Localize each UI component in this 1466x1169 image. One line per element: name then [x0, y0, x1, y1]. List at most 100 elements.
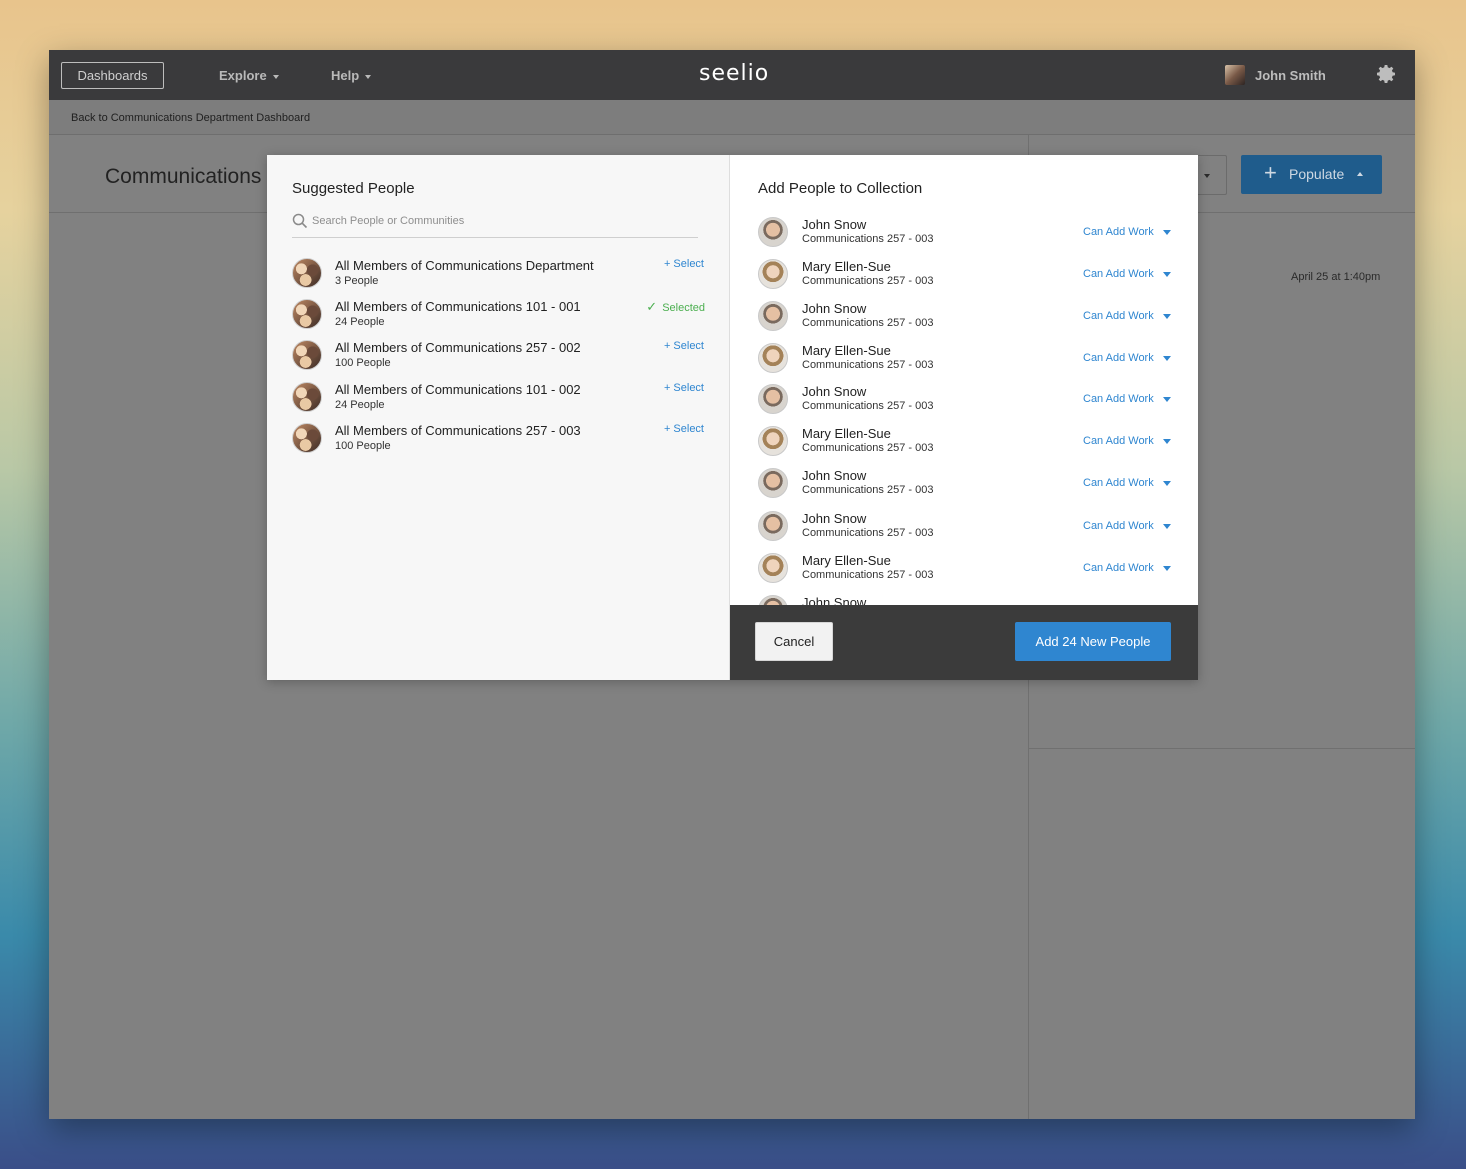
chevron-down-icon	[1162, 480, 1171, 486]
list-item: All Members of Communications Department…	[292, 256, 704, 290]
list-item: John Snow Communications 257 - 003 Can A…	[758, 464, 1178, 506]
permission-dropdown[interactable]: Can Add Work	[1083, 310, 1171, 322]
search-input[interactable]	[312, 212, 692, 230]
avatar[interactable]	[1225, 65, 1245, 85]
back-to-dashboard-link[interactable]: Back to Communications Department Dashbo…	[71, 112, 310, 124]
select-button[interactable]: + Select	[664, 258, 704, 270]
group-avatar	[292, 382, 322, 412]
chevron-down-icon	[1162, 271, 1171, 277]
permission-dropdown[interactable]: Can Add Work	[1083, 520, 1171, 532]
person-name: Mary Ellen-Sue	[802, 426, 891, 441]
list-item: John Snow Communications 257 - 003 Can A…	[758, 297, 1178, 339]
group-name: All Members of Communications 101 - 002	[335, 382, 581, 397]
chevron-down-icon	[272, 74, 279, 79]
list-item: John Snow Communications 257 - 003 Can A…	[758, 213, 1178, 255]
group-name: All Members of Communications 257 - 002	[335, 340, 581, 355]
list-item: All Members of Communications 257 - 002 …	[292, 338, 704, 372]
checkmark-icon: ✓	[646, 299, 658, 314]
group-count: 24 People	[335, 399, 385, 411]
gear-icon[interactable]	[1374, 62, 1398, 86]
list-item: Mary Ellen-Sue Communications 257 - 003 …	[758, 422, 1178, 464]
page-title: Communications	[105, 165, 262, 188]
cancel-button[interactable]: Cancel	[755, 622, 833, 661]
selected-label: Selected	[662, 302, 705, 314]
avatar	[758, 301, 788, 331]
list-item: Mary Ellen-Sue Communications 257 - 003 …	[758, 339, 1178, 381]
person-name: John Snow	[802, 217, 867, 232]
explore-menu[interactable]: Explore	[219, 68, 279, 83]
avatar	[758, 468, 788, 498]
permission-dropdown[interactable]: Can Add Work	[1083, 477, 1171, 489]
permission-dropdown[interactable]: Can Add Work	[1083, 393, 1171, 405]
list-item: All Members of Communications 101 - 002 …	[292, 380, 704, 414]
add-people-title: Add People to Collection	[758, 180, 923, 197]
group-name: All Members of Communications Department	[335, 258, 594, 273]
permission-dropdown[interactable]: Can Add Work	[1083, 562, 1171, 574]
permission-label: Can Add Work	[1083, 435, 1154, 447]
dashboards-button[interactable]: Dashboards	[61, 62, 164, 89]
selected-status[interactable]: ✓ Selected	[646, 299, 705, 315]
avatar	[758, 217, 788, 247]
explore-label: Explore	[219, 68, 267, 83]
person-group: Communications 257 - 003	[802, 359, 934, 371]
permission-label: Can Add Work	[1083, 352, 1154, 364]
select-button[interactable]: + Select	[664, 340, 704, 352]
seelio-logo[interactable]: seelio	[699, 61, 769, 86]
group-avatar	[292, 258, 322, 288]
modal-footer: Cancel Add 24 New People	[730, 605, 1198, 680]
suggested-people-panel: Suggested People All Members of Communic…	[267, 155, 730, 680]
chevron-down-icon	[1204, 174, 1210, 178]
top-navigation-bar: Dashboards Explore Help seelio John Smit…	[49, 50, 1415, 100]
permission-dropdown[interactable]: Can Add Work	[1083, 435, 1171, 447]
permission-label: Can Add Work	[1083, 226, 1154, 238]
permission-dropdown[interactable]: Can Add Work	[1083, 226, 1171, 238]
group-avatar	[292, 423, 322, 453]
person-name: John Snow	[802, 301, 867, 316]
person-group: Communications 257 - 003	[802, 569, 934, 581]
permission-label: Can Add Work	[1083, 310, 1154, 322]
avatar	[758, 343, 788, 373]
list-item: Mary Ellen-Sue Communications 257 - 003 …	[758, 549, 1178, 591]
chevron-down-icon	[1162, 313, 1171, 319]
section-divider	[1029, 748, 1415, 749]
select-button[interactable]: + Select	[664, 382, 704, 394]
permission-label: Can Add Work	[1083, 268, 1154, 280]
list-item: John Snow Communications 257 - 003 Can A…	[758, 380, 1178, 422]
person-group: Communications 257 - 003	[802, 442, 934, 454]
add-people-button[interactable]: Add 24 New People	[1015, 622, 1171, 661]
group-name: All Members of Communications 101 - 001	[335, 299, 581, 314]
select-button[interactable]: + Select	[664, 423, 704, 435]
chevron-up-icon	[1357, 172, 1363, 176]
permission-label: Can Add Work	[1083, 562, 1154, 574]
person-group: Communications 257 - 003	[802, 400, 934, 412]
search-icon	[292, 213, 308, 229]
populate-label: Populate	[1289, 166, 1345, 182]
person-name: Mary Ellen-Sue	[802, 259, 891, 274]
avatar	[758, 511, 788, 541]
group-avatar	[292, 340, 322, 370]
group-count: 100 People	[335, 440, 391, 452]
search-bar	[292, 210, 698, 238]
permission-label: Can Add Work	[1083, 477, 1154, 489]
person-group: Communications 257 - 003	[802, 233, 934, 245]
person-group: Communications 257 - 003	[802, 527, 934, 539]
list-item: Mary Ellen-Sue Communications 257 - 003 …	[758, 255, 1178, 297]
permission-label: Can Add Work	[1083, 520, 1154, 532]
chevron-down-icon	[1162, 229, 1171, 235]
user-name[interactable]: John Smith	[1255, 68, 1326, 83]
add-people-modal: Suggested People All Members of Communic…	[267, 155, 1198, 680]
activity-timestamp: April 25 at 1:40pm	[1291, 271, 1381, 283]
help-menu[interactable]: Help	[331, 68, 372, 83]
permission-dropdown[interactable]: Can Add Work	[1083, 352, 1171, 364]
populate-button[interactable]: + Populate	[1241, 155, 1382, 194]
person-group: Communications 257 - 003	[802, 275, 934, 287]
person-group: Communications 257 - 003	[802, 317, 934, 329]
chevron-down-icon	[1162, 523, 1171, 529]
avatar	[758, 426, 788, 456]
avatar	[758, 259, 788, 289]
chevron-down-icon	[1162, 438, 1171, 444]
group-count: 100 People	[335, 357, 391, 369]
person-name: John Snow	[802, 384, 867, 399]
chevron-down-icon	[1162, 565, 1171, 571]
permission-dropdown[interactable]: Can Add Work	[1083, 268, 1171, 280]
